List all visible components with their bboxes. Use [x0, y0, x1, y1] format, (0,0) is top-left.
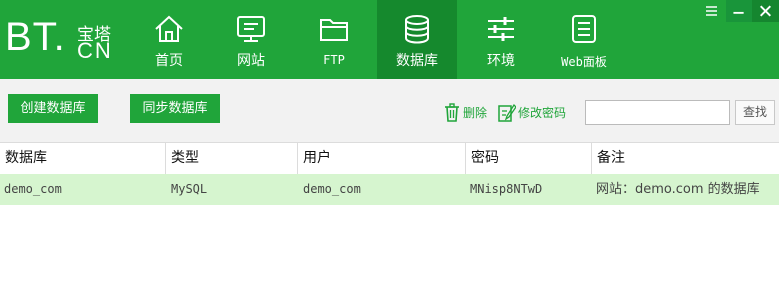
- nav-item-label: 环境: [487, 53, 515, 69]
- nav-item-label: 网站: [237, 53, 265, 69]
- cell-note[interactable]: 网站：demo.com 的数据库: [596, 174, 760, 205]
- cell-password[interactable]: MNisp8NTwD: [470, 174, 542, 205]
- nav-item-ftp[interactable]: FTP: [294, 0, 374, 79]
- menu-icon: [706, 6, 717, 16]
- nav-item-label: Web面板: [561, 55, 607, 69]
- change-password-label: 修改密码: [518, 106, 567, 120]
- nav-item-home[interactable]: 首页: [129, 0, 209, 79]
- create-database-button[interactable]: 创建数据库: [8, 94, 98, 123]
- delete-link[interactable]: 删除: [443, 103, 489, 122]
- search-button[interactable]: 查找: [735, 100, 775, 125]
- column-header-note[interactable]: 备注: [591, 143, 779, 174]
- nav-item-label: 数据库: [396, 53, 438, 69]
- change-password-link[interactable]: 修改密码: [498, 103, 574, 122]
- column-header-type[interactable]: 类型: [165, 143, 297, 174]
- nav-item-web-panel[interactable]: Web面板: [544, 0, 624, 79]
- delete-label: 删除: [463, 106, 488, 120]
- top-navigation-bar: BT. 宝塔 CN 首页 网站 FTP 数据库 环境 Web面板: [0, 0, 779, 79]
- nav-item-environment[interactable]: 环境: [461, 0, 541, 79]
- sync-database-button[interactable]: 同步数据库: [130, 94, 220, 123]
- database-icon: [405, 15, 429, 44]
- nav-item-label: 首页: [155, 53, 183, 69]
- table-row[interactable]: demo_com MySQL demo_com MNisp8NTwD 网站：de…: [0, 174, 779, 205]
- sliders-icon: [488, 17, 514, 41]
- minimize-button[interactable]: [726, 0, 754, 22]
- cell-user: demo_com: [303, 182, 361, 196]
- folder-icon: [320, 19, 348, 41]
- toolbar: 创建数据库 同步数据库 删除 修改密码 查找: [0, 79, 779, 142]
- table-header: 数据库 类型 用户 密码 备注: [0, 142, 779, 175]
- column-header-user[interactable]: 用户: [297, 143, 465, 174]
- menu-button[interactable]: [698, 0, 726, 22]
- nav-item-database[interactable]: 数据库: [377, 0, 457, 79]
- trash-icon: [445, 103, 459, 122]
- monitor-icon: [237, 16, 265, 42]
- close-icon: [759, 5, 772, 17]
- logo-cn-suffix: CN: [77, 38, 113, 63]
- logo-bt-text: BT.: [5, 15, 66, 59]
- search-input[interactable]: [585, 100, 730, 125]
- panel-list-icon: [572, 15, 596, 43]
- nav-item-website[interactable]: 网站: [211, 0, 291, 79]
- minimize-icon: [733, 11, 744, 14]
- column-header-password[interactable]: 密码: [465, 143, 591, 174]
- nav-item-label: FTP: [323, 53, 345, 67]
- home-icon: [155, 15, 183, 42]
- cell-database: demo_com: [4, 182, 62, 196]
- edit-icon: [498, 103, 516, 122]
- cell-type: MySQL: [171, 182, 208, 196]
- close-button[interactable]: [752, 0, 779, 22]
- column-header-database[interactable]: 数据库: [0, 143, 165, 174]
